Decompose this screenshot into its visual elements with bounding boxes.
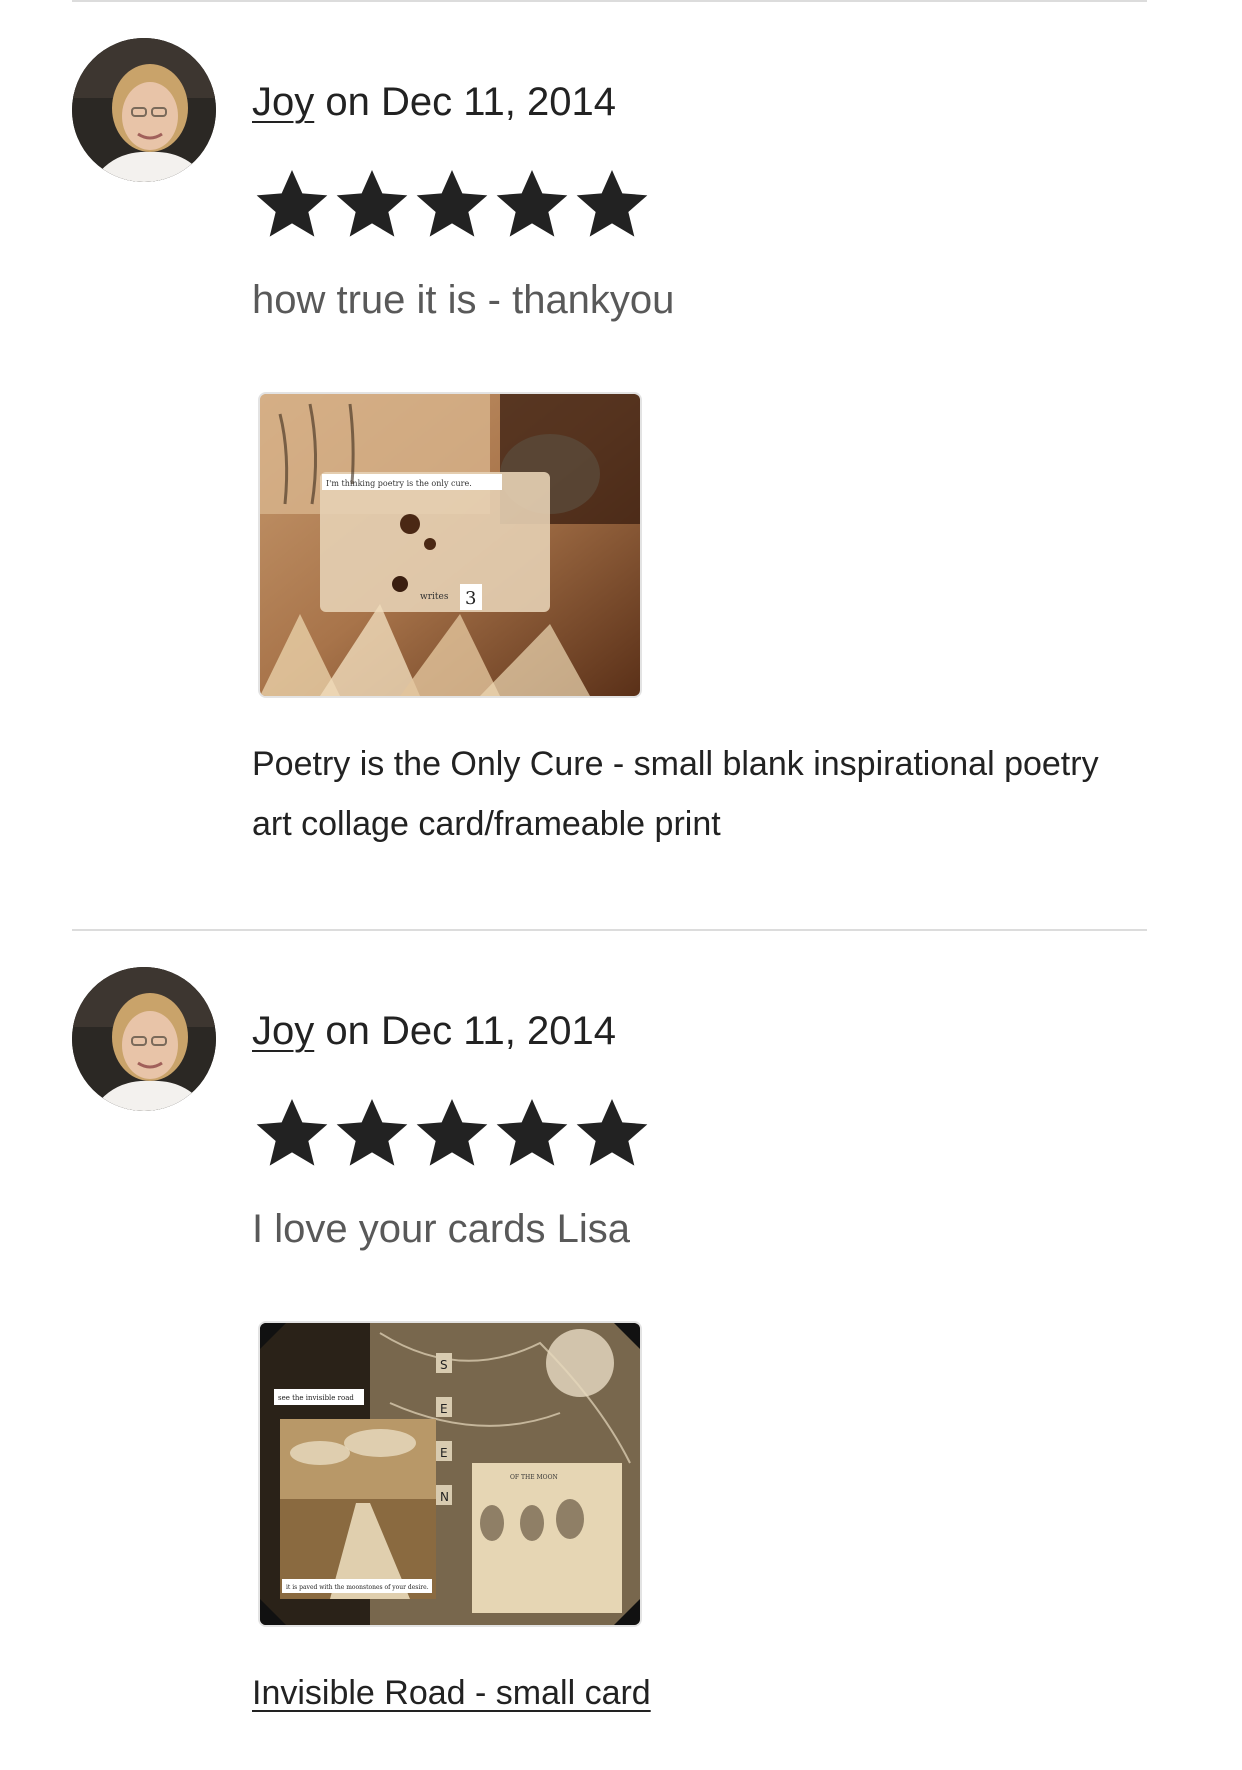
listing-title[interactable]: Poetry is the Only Cure - small blank in… [252,734,1132,854]
reviewer-name-link[interactable]: Joy [252,1009,314,1053]
star-icon [572,1093,652,1173]
thumb-caption: I'm thinking poetry is the only cure. [326,479,472,488]
star-icon [412,1093,492,1173]
review-text: how true it is - thankyou [252,278,675,322]
listing-title-link[interactable]: Invisible Road - small card [252,1663,1132,1723]
star-icon [332,164,412,244]
star-icon [332,1093,412,1173]
reviewer-name-link[interactable]: Joy [252,80,314,124]
star-icon [572,164,652,244]
divider-top [72,0,1147,2]
review-meta: Joy on Dec 11, 2014 [252,1007,616,1055]
star-rating [252,1093,652,1173]
thumb-tile: S [440,1358,448,1372]
avatar[interactable] [72,38,216,182]
thumb-tile: E [440,1402,448,1416]
thumb-caption-top: see the invisible road [278,1394,354,1402]
review-text: I love your cards Lisa [252,1207,630,1251]
review-date: on Dec 11, 2014 [314,1009,616,1053]
star-rating [252,164,652,244]
star-icon [492,164,572,244]
star-icon [252,1093,332,1173]
avatar[interactable] [72,967,216,1111]
thumb-tile-text: writes [420,592,449,602]
review-date: on Dec 11, 2014 [314,80,616,124]
divider [72,929,1147,931]
review-meta: Joy on Dec 11, 2014 [252,78,616,126]
star-icon [412,164,492,244]
thumb-page-heading: OF THE MOON [510,1474,558,1481]
thumb-tile: N [440,1490,449,1504]
thumb-caption-bottom: it is paved with the moonstones of your … [286,1584,429,1591]
thumb-tile-letter: 3 [465,588,476,609]
listing-thumbnail[interactable]: see the invisible road it is paved with … [258,1321,642,1627]
thumb-tile: E [440,1446,448,1460]
listing-thumbnail[interactable]: I'm thinking poetry is the only cure. 3 … [258,392,642,698]
star-icon [252,164,332,244]
star-icon [492,1093,572,1173]
